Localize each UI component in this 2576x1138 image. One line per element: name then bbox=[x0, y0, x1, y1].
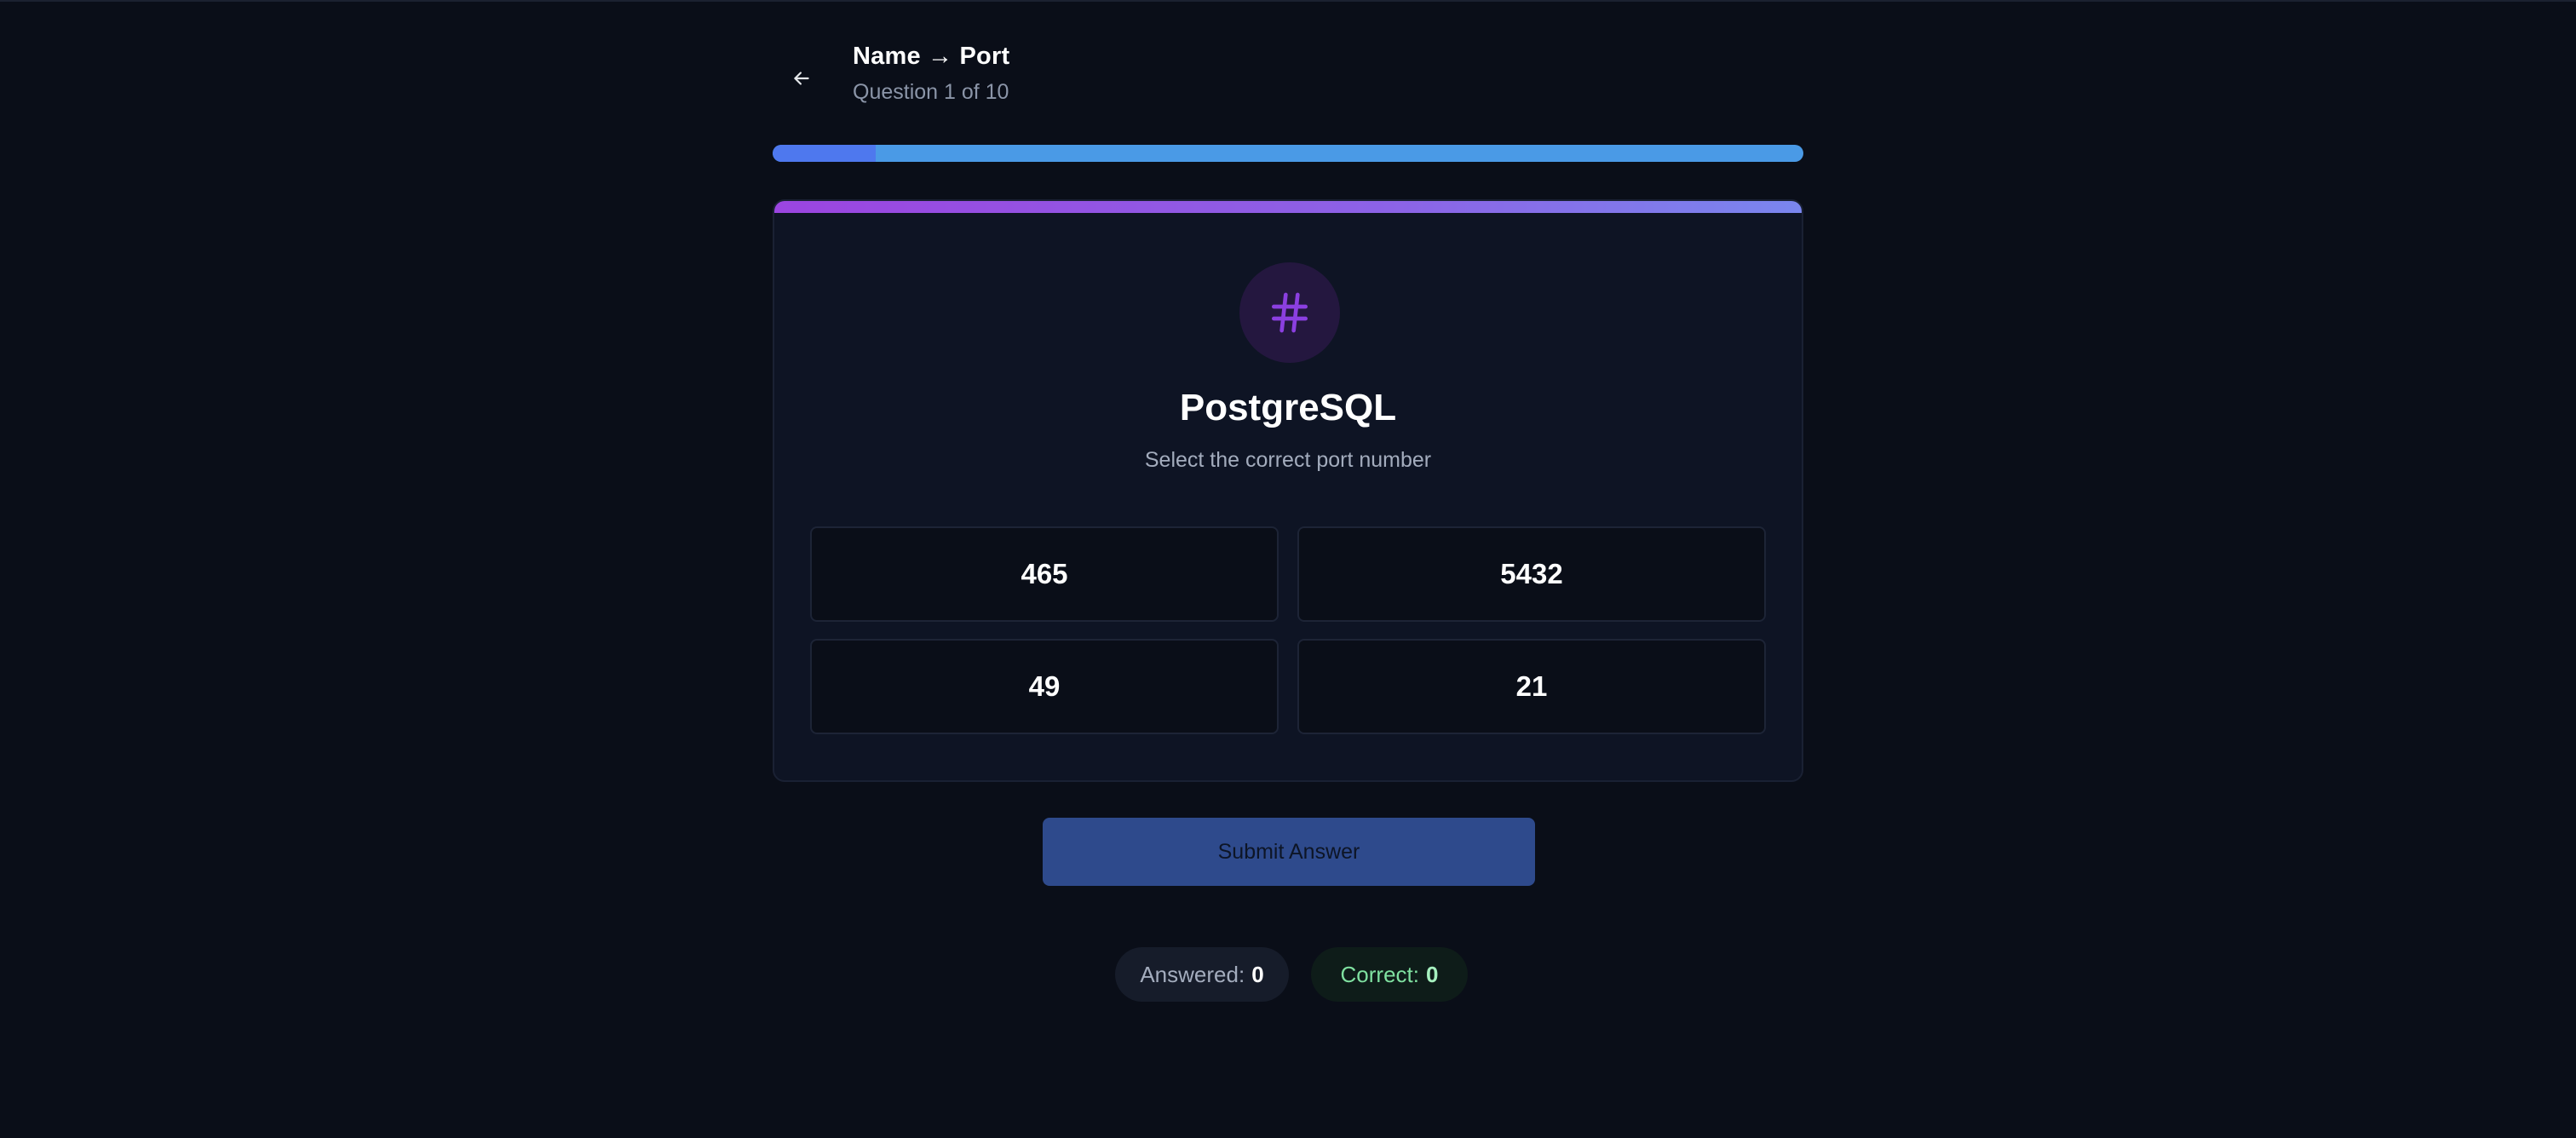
service-name: PostgreSQL bbox=[1179, 387, 1397, 428]
service-icon-badge bbox=[1239, 262, 1340, 363]
answer-option[interactable]: 21 bbox=[1297, 639, 1766, 734]
arrow-left-icon bbox=[794, 72, 809, 85]
answered-value: 0 bbox=[1251, 961, 1264, 987]
answer-option[interactable]: 49 bbox=[810, 639, 1279, 734]
card-accent-bar bbox=[774, 201, 1802, 213]
answered-label: Answered: bbox=[1140, 961, 1245, 987]
quiz-header: Name → Port Question 1 of 10 bbox=[773, 36, 1803, 112]
progress-bar bbox=[773, 145, 1803, 162]
back-button[interactable] bbox=[781, 58, 822, 99]
progress-fill bbox=[773, 145, 876, 162]
quiz-page: Name → Port Question 1 of 10 PostgreSQL … bbox=[0, 0, 2576, 1138]
correct-value: 0 bbox=[1426, 961, 1439, 987]
answer-option[interactable]: 5432 bbox=[1297, 526, 1766, 622]
answered-count-badge: Answered: 0 bbox=[1115, 947, 1289, 1002]
answer-option[interactable]: 465 bbox=[810, 526, 1279, 622]
submit-answer-button[interactable]: Submit Answer bbox=[1043, 818, 1535, 886]
hash-icon bbox=[1272, 292, 1308, 333]
question-card: PostgreSQL Select the correct port numbe… bbox=[773, 199, 1803, 782]
correct-count-badge: Correct: 0 bbox=[1311, 947, 1468, 1002]
correct-label: Correct: bbox=[1340, 961, 1419, 987]
quiz-title: Name → Port bbox=[853, 43, 1010, 70]
question-counter: Question 1 of 10 bbox=[853, 80, 1009, 104]
question-instruction: Select the correct port number bbox=[1144, 448, 1432, 472]
